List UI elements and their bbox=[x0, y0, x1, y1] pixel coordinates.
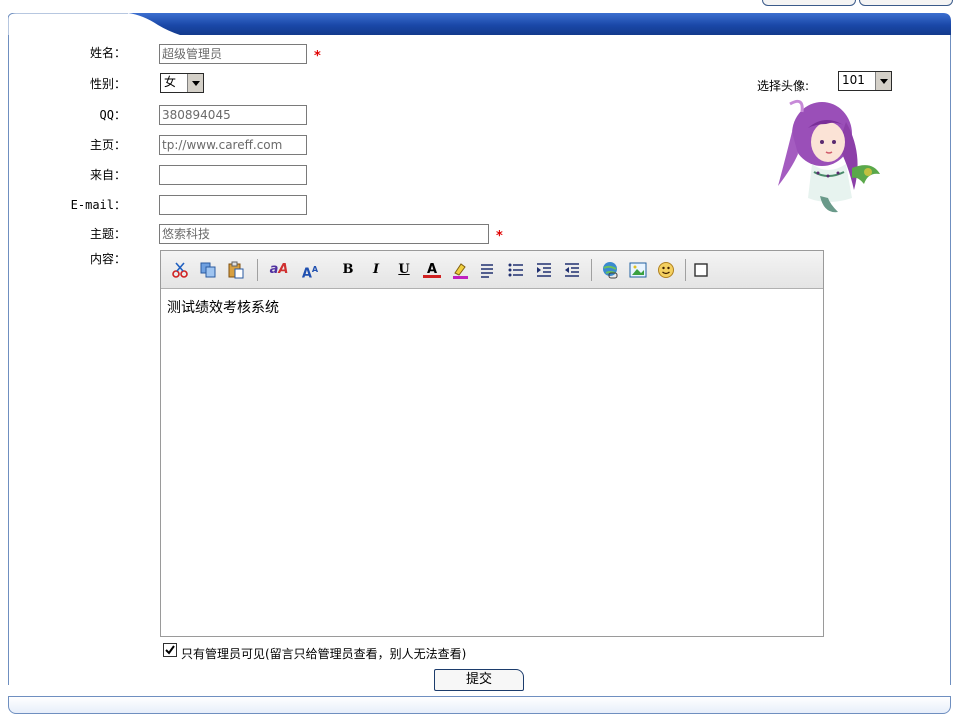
highlight-icon[interactable] bbox=[451, 261, 469, 279]
indent-icon[interactable] bbox=[535, 261, 553, 279]
avatar-selected: 101 bbox=[842, 73, 865, 87]
top-button-1[interactable] bbox=[762, 0, 856, 6]
cut-icon[interactable] bbox=[171, 261, 189, 279]
submit-button[interactable]: 提交 bbox=[434, 669, 524, 691]
bold-icon[interactable]: B bbox=[339, 261, 357, 279]
avatar-image bbox=[778, 99, 880, 213]
chevron-down-icon bbox=[187, 74, 203, 92]
email-input[interactable] bbox=[159, 195, 307, 215]
image-icon[interactable] bbox=[629, 261, 647, 279]
underline-icon[interactable]: U bbox=[395, 261, 413, 279]
italic-icon[interactable]: I bbox=[367, 261, 385, 279]
avatar-select[interactable]: 101 bbox=[838, 71, 892, 91]
name-label: 姓名： bbox=[89, 46, 126, 60]
rich-text-editor[interactable]: aA AA B I U A 测试绩效考核系统 bbox=[160, 250, 824, 637]
font-size-icon[interactable]: AA bbox=[299, 261, 321, 281]
gender-selected: 女 bbox=[164, 75, 177, 89]
homepage-label: 主页： bbox=[89, 138, 126, 152]
page: 姓名： 超级管理员 * 性别： 女 选择头像: 101 QQ： 38089404… bbox=[0, 0, 955, 719]
toolbar-separator bbox=[685, 259, 686, 281]
from-input[interactable] bbox=[159, 165, 307, 185]
list-icon[interactable] bbox=[507, 261, 525, 279]
editor-content[interactable]: 测试绩效考核系统 bbox=[167, 297, 279, 317]
subject-input[interactable]: 悠索科技 bbox=[159, 224, 489, 244]
header-band bbox=[8, 13, 951, 35]
paste-icon[interactable] bbox=[227, 261, 245, 279]
homepage-input[interactable]: tp://www.careff.com bbox=[159, 135, 307, 155]
subject-required-mark: * bbox=[496, 229, 503, 244]
qq-label: QQ： bbox=[99, 108, 126, 122]
align-icon[interactable] bbox=[479, 261, 497, 279]
qq-input[interactable]: 380894045 bbox=[159, 105, 307, 125]
footer-bar bbox=[8, 696, 951, 714]
toolbar-separator bbox=[591, 259, 592, 281]
chevron-down-icon bbox=[875, 72, 891, 90]
font-icon[interactable]: aA bbox=[267, 261, 291, 279]
avatar-label: 选择头像: bbox=[757, 79, 810, 93]
from-label: 来自： bbox=[89, 168, 126, 182]
link-icon[interactable] bbox=[601, 261, 619, 279]
gender-select[interactable]: 女 bbox=[160, 73, 204, 93]
toolbar-separator bbox=[257, 259, 258, 281]
outdent-icon[interactable] bbox=[563, 261, 581, 279]
editor-toolbar: aA AA B I U A bbox=[161, 251, 823, 289]
email-label: E-mail： bbox=[70, 198, 126, 212]
copy-icon[interactable] bbox=[199, 261, 217, 279]
subject-label: 主题： bbox=[89, 227, 126, 241]
name-required-mark: * bbox=[314, 49, 321, 64]
checkmark-icon bbox=[165, 645, 175, 655]
top-button-2[interactable] bbox=[859, 0, 953, 6]
gender-label: 性别： bbox=[89, 77, 126, 91]
content-label: 内容： bbox=[89, 252, 126, 266]
font-color-icon[interactable]: A bbox=[423, 261, 441, 278]
private-checkbox-label: 只有管理员可见(留言只给管理员查看，别人无法查看) bbox=[181, 647, 467, 661]
emoticon-icon[interactable] bbox=[657, 261, 675, 279]
name-input[interactable]: 超级管理员 bbox=[159, 44, 307, 64]
source-toggle-icon[interactable] bbox=[693, 261, 711, 279]
private-checkbox[interactable] bbox=[163, 643, 177, 657]
